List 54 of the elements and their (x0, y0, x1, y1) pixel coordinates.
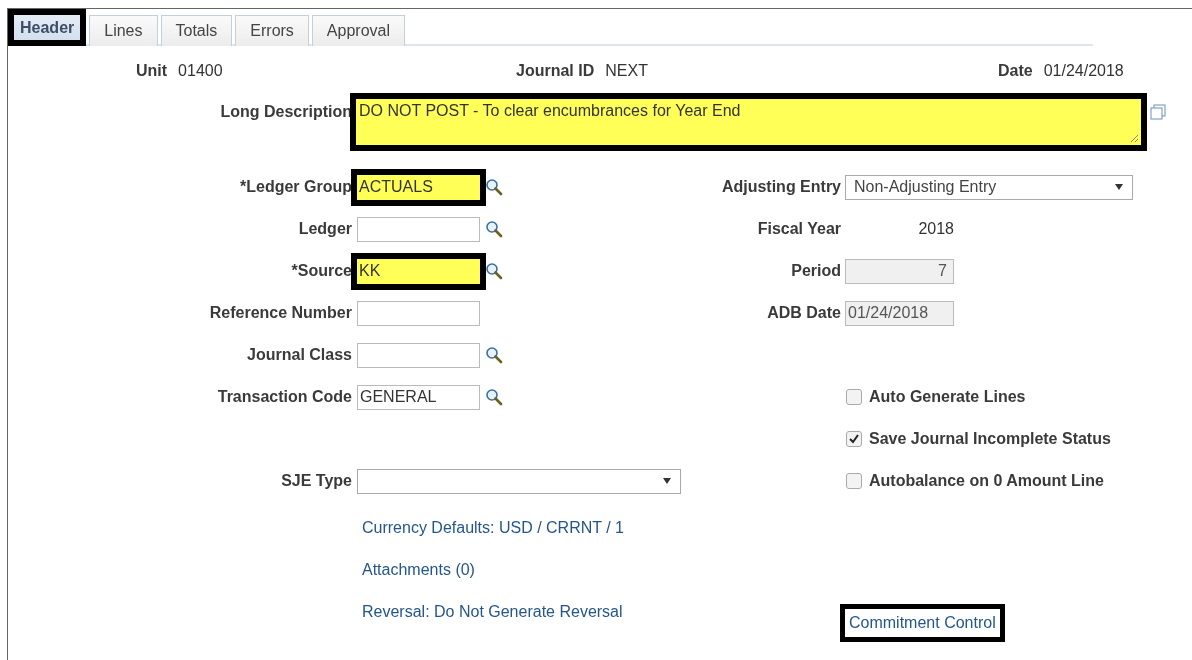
tab[interactable]: Errors (235, 15, 309, 46)
field-label: Reference Number (208, 304, 353, 322)
checkbox-label: Save Journal Incomplete Status (869, 430, 1111, 448)
checkbox-label: Auto Generate Lines (869, 388, 1026, 406)
tab[interactable]: Totals (160, 15, 233, 46)
input-field[interactable]: KK (351, 252, 486, 290)
checkbox[interactable] (846, 431, 862, 447)
tab[interactable]: Header (8, 9, 87, 46)
input-field[interactable] (357, 216, 480, 242)
search-icon[interactable] (485, 220, 503, 238)
link[interactable]: Currency Defaults: USD / CRRNT / 1 (362, 518, 700, 548)
field-value: 01400 (178, 62, 223, 80)
field-label: Unit (136, 62, 168, 80)
field-label: Ledger (297, 220, 353, 238)
description-field[interactable]: DO NOT POST - To clear encumbrances for Year End (350, 93, 1147, 151)
tab[interactable]: Approval (311, 15, 405, 46)
search-icon[interactable] (485, 346, 503, 364)
input-field[interactable] (357, 342, 480, 368)
dropdown[interactable] (357, 468, 681, 494)
field-label: ADB Date (766, 304, 842, 322)
field-label: Long Description (219, 102, 353, 121)
resize-grip-icon[interactable] (1129, 133, 1139, 143)
link[interactable]: Attachments (0) (362, 560, 700, 590)
checkbox[interactable] (846, 473, 862, 489)
checkbox[interactable] (846, 389, 862, 405)
field-label: Journal Class (246, 346, 353, 364)
checkbox-label: Autobalance on 0 Amount Line (869, 472, 1104, 490)
search-icon[interactable] (485, 388, 503, 406)
field-label: *Ledger Group (239, 178, 353, 196)
input-field[interactable]: ACTUALS (351, 168, 486, 206)
expand-icon[interactable] (1150, 104, 1166, 120)
search-icon[interactable] (485, 178, 503, 196)
link[interactable]: Reversal: Do Not Generate Reversal (362, 602, 700, 632)
field-value: 2018 (917, 220, 954, 238)
input-field: 01/24/2018 (845, 300, 954, 326)
field-label: Journal ID (516, 62, 595, 80)
field-label: Adjusting Entry (720, 178, 842, 196)
field-label: Date (998, 62, 1033, 80)
input-field: 7 (845, 258, 954, 284)
link[interactable]: Commitment Control (840, 604, 1005, 642)
caret-icon (1114, 183, 1124, 191)
field-label: Transaction Code (216, 388, 353, 406)
field-label: SJE Type (280, 472, 353, 490)
field-value: 01/24/2018 (1043, 62, 1124, 80)
dropdown[interactable]: Non-Adjusting Entry (845, 174, 1133, 200)
field-label: Period (790, 262, 842, 280)
input-field[interactable]: GENERAL (357, 384, 480, 410)
tab[interactable]: Lines (89, 15, 158, 46)
search-icon[interactable] (485, 262, 503, 280)
field-label: Fiscal Year (756, 220, 842, 238)
field-label: *Source (290, 262, 353, 280)
caret-icon (662, 477, 672, 485)
field-value: NEXT (605, 62, 648, 80)
input-field[interactable] (357, 300, 480, 326)
